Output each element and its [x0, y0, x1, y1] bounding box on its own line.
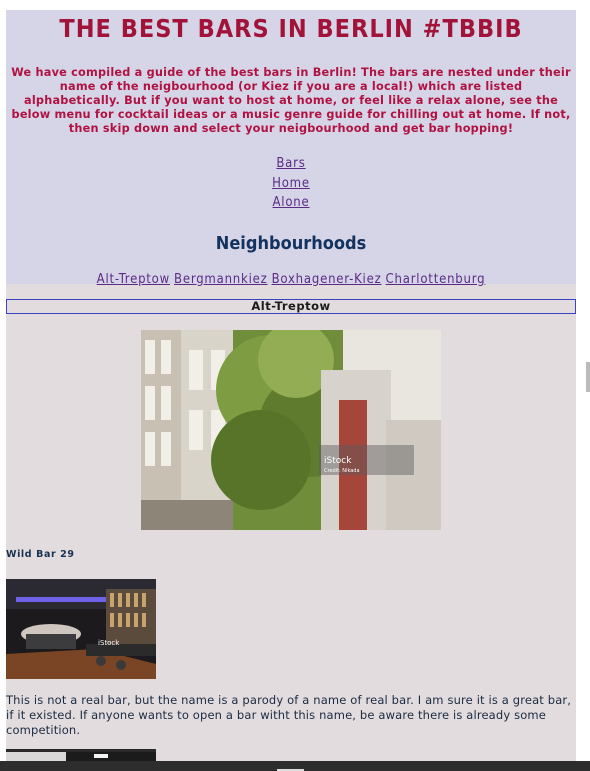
- istock-watermark: iStock: [98, 639, 120, 647]
- next-bar-photo: [6, 749, 156, 761]
- neighbourhood-photo: iStock Credit: Nikada: [141, 330, 441, 530]
- bar-name: Wild Bar 29: [6, 549, 75, 560]
- neighbourhood-links: Alt-Treptow Bergmannkiez Boxhagener-Kiez…: [6, 270, 576, 290]
- bar-description: This is not a real bar, but the name is …: [6, 693, 572, 737]
- neighbourhood-link-charlottenburg[interactable]: Charlottenburg: [386, 270, 486, 290]
- neighbourhood-link-alt-treptow[interactable]: Alt-Treptow: [97, 270, 170, 290]
- bar-photo: iStock: [6, 579, 156, 679]
- nav-link-home[interactable]: Home: [6, 174, 576, 194]
- neighbourhood-link-bergmannkiez[interactable]: Bergmannkiez: [174, 270, 268, 290]
- main-nav: Bars Home Alone: [6, 154, 576, 213]
- istock-watermark: iStock: [324, 456, 352, 466]
- page: THE BEST BARS IN BERLIN #TBBIB We have c…: [6, 10, 576, 761]
- page-title: THE BEST BARS IN BERLIN #TBBIB: [59, 14, 523, 43]
- neighbourhoods-heading: Neighbourhoods: [215, 232, 367, 254]
- neighbourhood-link-boxhagener-kiez[interactable]: Boxhagener-Kiez: [272, 270, 382, 290]
- intro-text: We have compiled a guide of the best bar…: [11, 66, 571, 135]
- scrollbar-thumb[interactable]: [586, 362, 590, 392]
- section-title-alt-treptow: Alt-Treptow: [6, 299, 576, 314]
- nav-link-bars[interactable]: Bars: [6, 154, 576, 174]
- nav-link-alone[interactable]: Alone: [6, 193, 576, 213]
- photo-credit: Credit: Nikada: [324, 468, 360, 474]
- header: THE BEST BARS IN BERLIN #TBBIB We have c…: [6, 10, 576, 287]
